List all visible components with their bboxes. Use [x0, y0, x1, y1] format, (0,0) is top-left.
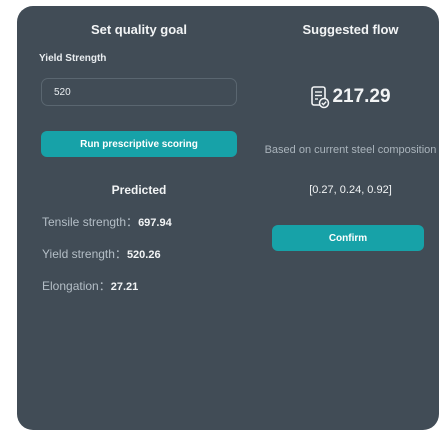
composition-basis-text: Based on current steel composition	[264, 144, 437, 156]
confirm-button[interactable]: Confirm	[272, 225, 424, 251]
elongation-label: Elongation：	[42, 279, 111, 293]
tensile-strength-value: 697.94	[138, 217, 172, 229]
yield-strength-metric-label: Yield strength：	[42, 247, 127, 261]
yield-strength-input[interactable]	[41, 78, 237, 106]
predicted-title: Predicted	[111, 183, 167, 197]
yield-strength-value: 520.26	[126, 249, 161, 261]
composition-values: [0.27, 0.24, 0.92]	[309, 184, 392, 196]
run-prescriptive-scoring-button[interactable]: Run prescriptive scoring	[41, 131, 237, 157]
tensile-strength-metric: Tensile strength：697.94	[42, 213, 172, 230]
elongation-metric: Elongation：27.21	[42, 277, 138, 294]
goal-column: Set quality goal Yield Strength Run pres…	[17, 6, 262, 430]
goal-title: Set quality goal	[90, 22, 188, 37]
elongation-value: 27.21	[110, 281, 139, 293]
document-check-icon	[310, 85, 330, 109]
flow-column: Suggested flow 217.29 Based on current s…	[262, 6, 439, 430]
suggested-flow-value: 217.29	[332, 86, 391, 107]
quality-goal-card: Set quality goal Yield Strength Run pres…	[17, 6, 439, 430]
yield-strength-label: Yield Strength	[39, 53, 107, 64]
tensile-strength-label: Tensile strength：	[42, 215, 139, 229]
suggested-flow-title: Suggested flow	[302, 22, 399, 37]
suggested-flow-readout: 217.29	[262, 82, 439, 112]
yield-strength-metric: Yield strength：520.26	[42, 245, 161, 262]
